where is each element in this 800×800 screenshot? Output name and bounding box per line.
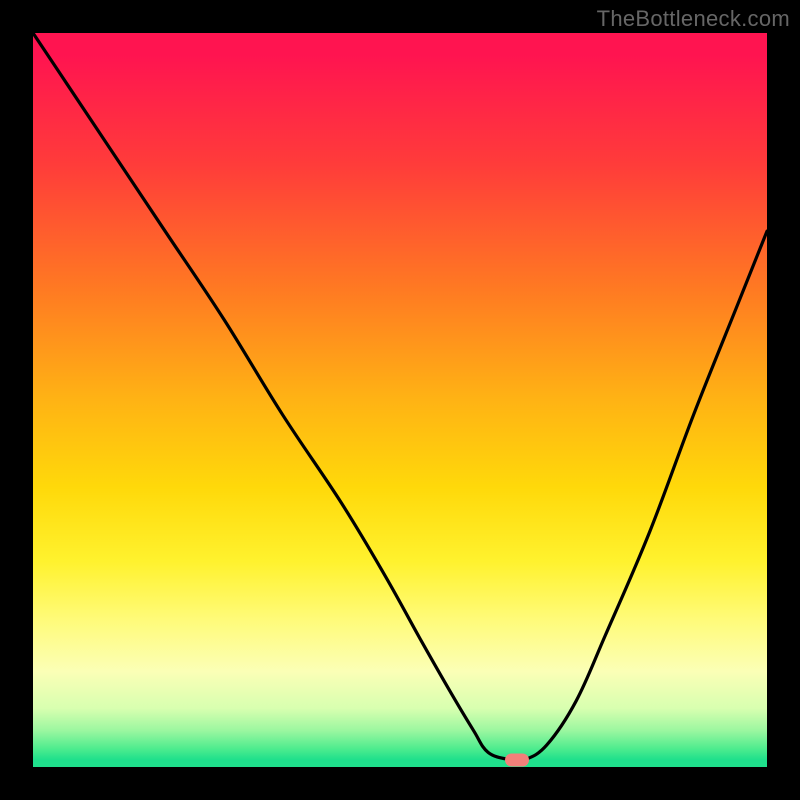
watermark-text: TheBottleneck.com bbox=[597, 6, 790, 32]
chart-frame: TheBottleneck.com bbox=[0, 0, 800, 800]
bottleneck-curve bbox=[33, 33, 767, 767]
plot-area bbox=[33, 33, 767, 767]
optimal-point-marker bbox=[505, 753, 529, 766]
